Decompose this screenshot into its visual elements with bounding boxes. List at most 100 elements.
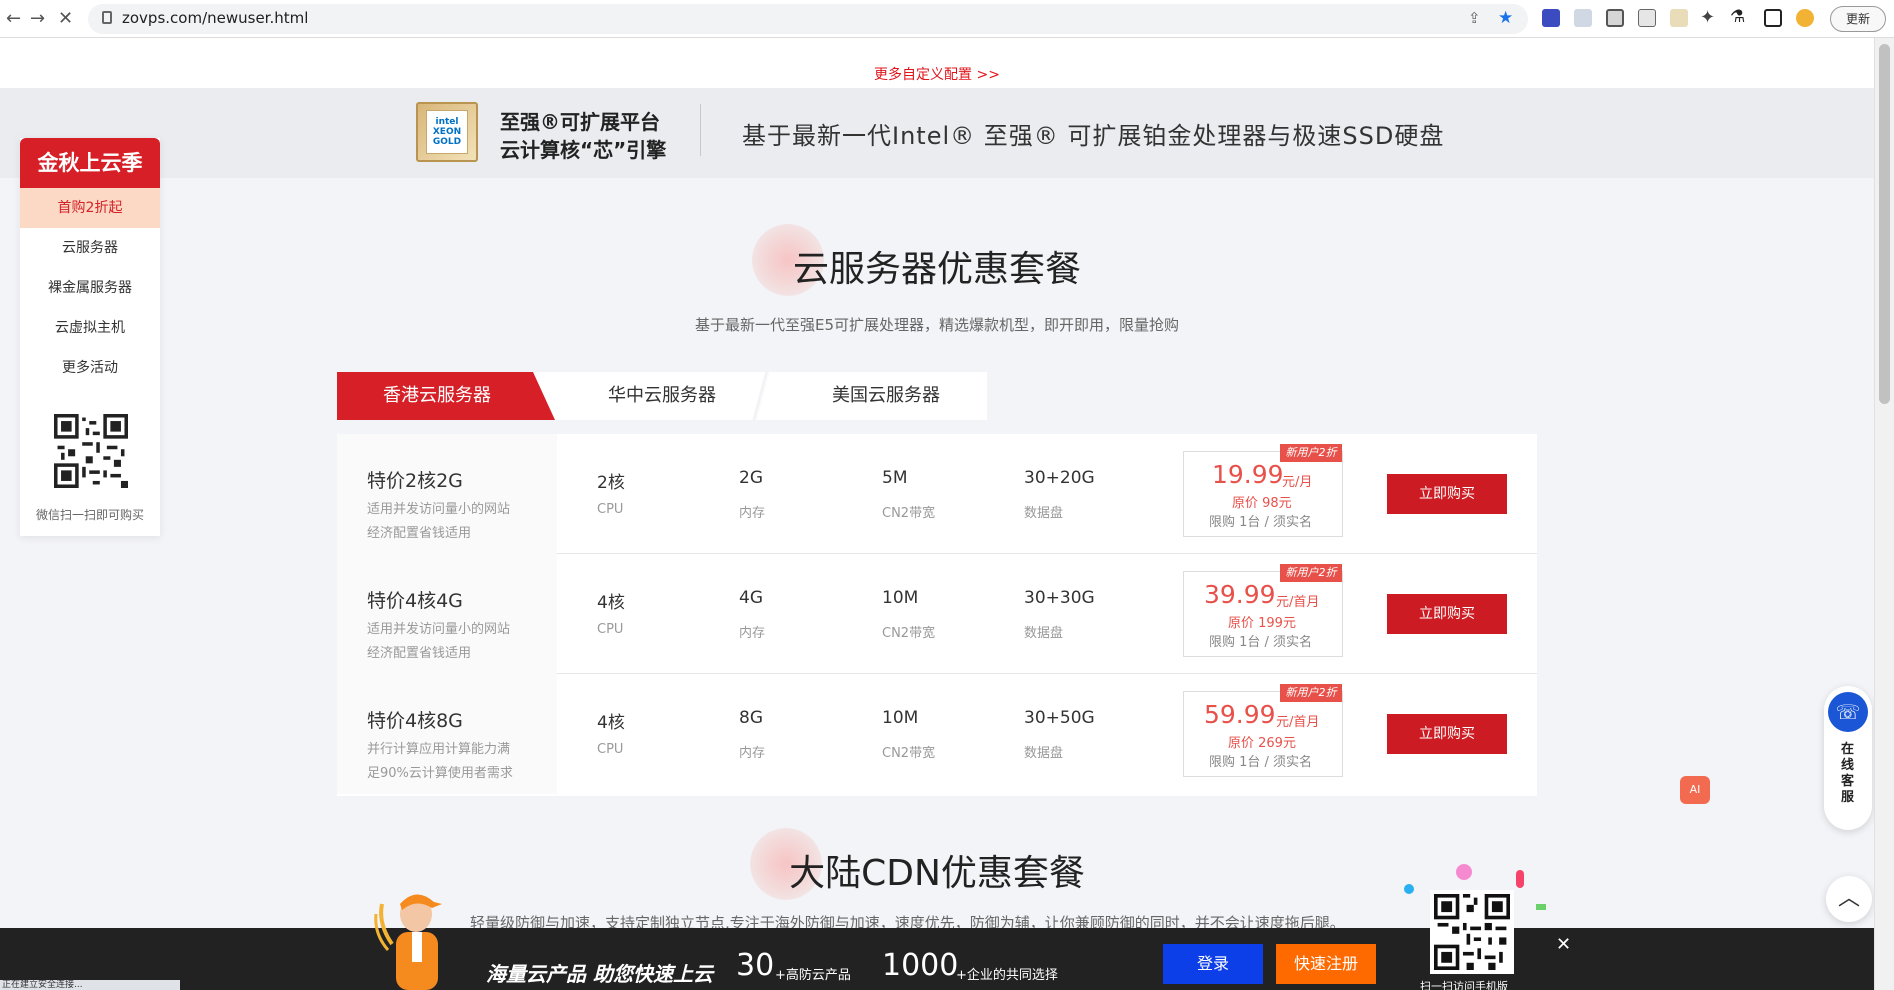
sidebar-header: 金秋上云季 (20, 138, 160, 188)
extension-icon[interactable] (1574, 9, 1592, 27)
spec-bandwidth: 10M (882, 708, 919, 728)
original-price: 原价 269元 (1228, 736, 1296, 751)
spec-label-bandwidth: CN2带宽 (882, 746, 936, 761)
spec-bandwidth: 10M (882, 588, 919, 608)
back-icon[interactable]: ← (6, 8, 21, 30)
intel-headline: 基于最新一代Intel® 至强® 可扩展铂金处理器与极速SSD硬盘 (742, 122, 1445, 150)
promo-stat-label: +企业的共同选择 (956, 968, 1058, 983)
spec-cpu: 2核 (597, 473, 625, 493)
login-button[interactable]: 登录 (1163, 944, 1263, 984)
product-desc: 足90%云计算使用者需求 (367, 766, 513, 781)
scrollbar-thumb[interactable] (1879, 44, 1890, 404)
mobile-qr-code (1430, 890, 1514, 974)
address-bar[interactable]: zovps.com/newuser.html ⇪ ★ (88, 4, 1528, 34)
spec-label-cpu: CPU (597, 742, 624, 757)
price-unit: 元/月 (1282, 475, 1313, 490)
share-icon[interactable]: ⇪ (1468, 9, 1481, 27)
bookmark-star-icon[interactable]: ★ (1498, 8, 1513, 28)
page-scrollbar[interactable] (1874, 38, 1894, 990)
spec-mem: 2G (739, 468, 763, 488)
puzzle-icon[interactable]: ✦ (1700, 7, 1715, 28)
table-row: 特价4核8G 并行计算应用计算能力满 足90%云计算使用者需求 4核 CPU 8… (337, 674, 1537, 794)
phone-icon[interactable]: ☏ (1828, 692, 1868, 732)
mascot-illustration (374, 894, 442, 990)
wechat-qr-code (54, 414, 128, 488)
table-row: 特价2核2G 适用并发访问量小的网站 经济配置省钱适用 2核 CPU 2G 内存… (337, 434, 1537, 554)
ai-assistant-button[interactable]: AI (1680, 776, 1710, 804)
shield-extension-icon[interactable] (1606, 9, 1624, 27)
spec-label-disk: 数据盘 (1024, 626, 1064, 641)
spec-disk: 30+30G (1024, 588, 1095, 608)
promo-stat-number: 1000 (882, 948, 959, 983)
promo-stat-label: +高防云产品 (775, 968, 851, 983)
original-price: 原价 199元 (1228, 616, 1296, 631)
promo-slogan: 海量云产品 助您快速上云 (486, 962, 713, 986)
new-user-badge: 新用户2折 (1280, 444, 1342, 462)
image-extension-icon[interactable] (1670, 9, 1688, 27)
tab-hongkong[interactable]: 香港云服务器 (337, 372, 555, 420)
section-subtitle-cloud-server: 基于最新一代至强E5可扩展处理器，精选爆款机型，即开即用，限量抢购 (694, 316, 1180, 334)
spec-label-disk: 数据盘 (1024, 746, 1064, 761)
product-desc: 并行计算应用计算能力满 (367, 742, 511, 757)
intel-title-line2: 云计算核“芯”引擎 (500, 138, 667, 162)
spec-cpu: 4核 (597, 713, 625, 733)
spec-mem: 4G (739, 588, 763, 608)
spec-label-mem: 内存 (739, 626, 766, 641)
extension-icon[interactable] (1542, 9, 1560, 27)
price-value: 59.99 (1204, 700, 1276, 729)
tab-central-china[interactable]: 华中云服务器 (560, 372, 764, 420)
buy-now-button[interactable]: 立即购买 (1387, 594, 1507, 634)
flask-icon[interactable]: ⚗ (1730, 7, 1745, 27)
url-text[interactable]: zovps.com/newuser.html (122, 9, 308, 27)
spec-disk: 30+50G (1024, 708, 1095, 728)
more-config-link[interactable]: 更多自定义配置 >> (0, 64, 1874, 84)
product-desc: 经济配置省钱适用 (367, 646, 472, 661)
section-title-cdn: 大陆CDN优惠套餐 (789, 853, 1085, 894)
tab-usa[interactable]: 美国云服务器 (784, 372, 988, 420)
back-to-top-button[interactable]: ︿ (1826, 876, 1872, 922)
promo-stat-number: 30 (736, 948, 775, 983)
spec-label-bandwidth: CN2带宽 (882, 626, 936, 641)
section-title-cloud-server: 云服务器优惠套餐 (792, 249, 1081, 290)
sidebar-item-more-activities[interactable]: 更多活动 (20, 348, 160, 388)
product-desc: 适用并发访问量小的网站 (367, 622, 511, 637)
sidepanel-icon[interactable] (1764, 9, 1782, 27)
table-row: 特价4核4G 适用并发访问量小的网站 经济配置省钱适用 4核 CPU 4G 内存… (337, 554, 1537, 674)
register-button[interactable]: 快速注册 (1276, 944, 1376, 984)
update-button[interactable]: 更新 (1830, 6, 1886, 32)
spec-mem: 8G (739, 708, 763, 728)
copy-extension-icon[interactable] (1638, 9, 1656, 27)
product-name: 特价2核2G (367, 470, 463, 492)
buy-now-button[interactable]: 立即购买 (1387, 474, 1507, 514)
profile-avatar-icon[interactable] (1796, 9, 1814, 27)
spec-disk: 30+20G (1024, 468, 1095, 488)
price-box: 新用户2折 59.99 元/首月 原价 269元 限购 1台 / 须实名 (1183, 684, 1343, 777)
original-price: 原价 98元 (1232, 496, 1292, 511)
new-user-badge: 新用户2折 (1280, 684, 1342, 702)
price-box: 新用户2折 39.99 元/首月 原价 199元 限购 1台 / 须实名 (1183, 564, 1343, 657)
price-value: 19.99 (1212, 460, 1284, 489)
online-service-label[interactable]: 在线客服 (1841, 742, 1855, 806)
spec-label-bandwidth: CN2带宽 (882, 506, 936, 521)
forward-icon[interactable]: → (30, 8, 45, 30)
product-name: 特价4核8G (367, 710, 463, 732)
price-box: 新用户2折 19.99 元/月 原价 98元 限购 1台 / 须实名 (1183, 444, 1343, 537)
spec-bandwidth: 5M (882, 468, 908, 488)
spec-label-cpu: CPU (597, 502, 624, 517)
qr-caption: 微信扫一扫即可购买 (35, 508, 144, 522)
sidebar-item-first-purchase[interactable]: 首购2折起 (20, 188, 160, 228)
mobile-qr-caption: 扫一扫访问手机版 (1420, 980, 1508, 990)
purchase-limit: 限购 1台 / 须实名 (1209, 755, 1313, 770)
spec-label-mem: 内存 (739, 746, 766, 761)
lock-icon (102, 11, 112, 24)
purchase-limit: 限购 1台 / 须实名 (1209, 515, 1313, 530)
product-name: 特价4核4G (367, 590, 463, 612)
product-desc: 经济配置省钱适用 (367, 526, 472, 541)
buy-now-button[interactable]: 立即购买 (1387, 714, 1507, 754)
spec-cpu: 4核 (597, 593, 625, 613)
status-bar: 正在建立安全连接... (0, 980, 180, 990)
price-value: 39.99 (1204, 580, 1276, 609)
stop-reload-icon[interactable]: ✕ (58, 8, 73, 30)
close-icon[interactable]: ✕ (1556, 934, 1571, 955)
price-unit: 元/首月 (1276, 595, 1320, 610)
